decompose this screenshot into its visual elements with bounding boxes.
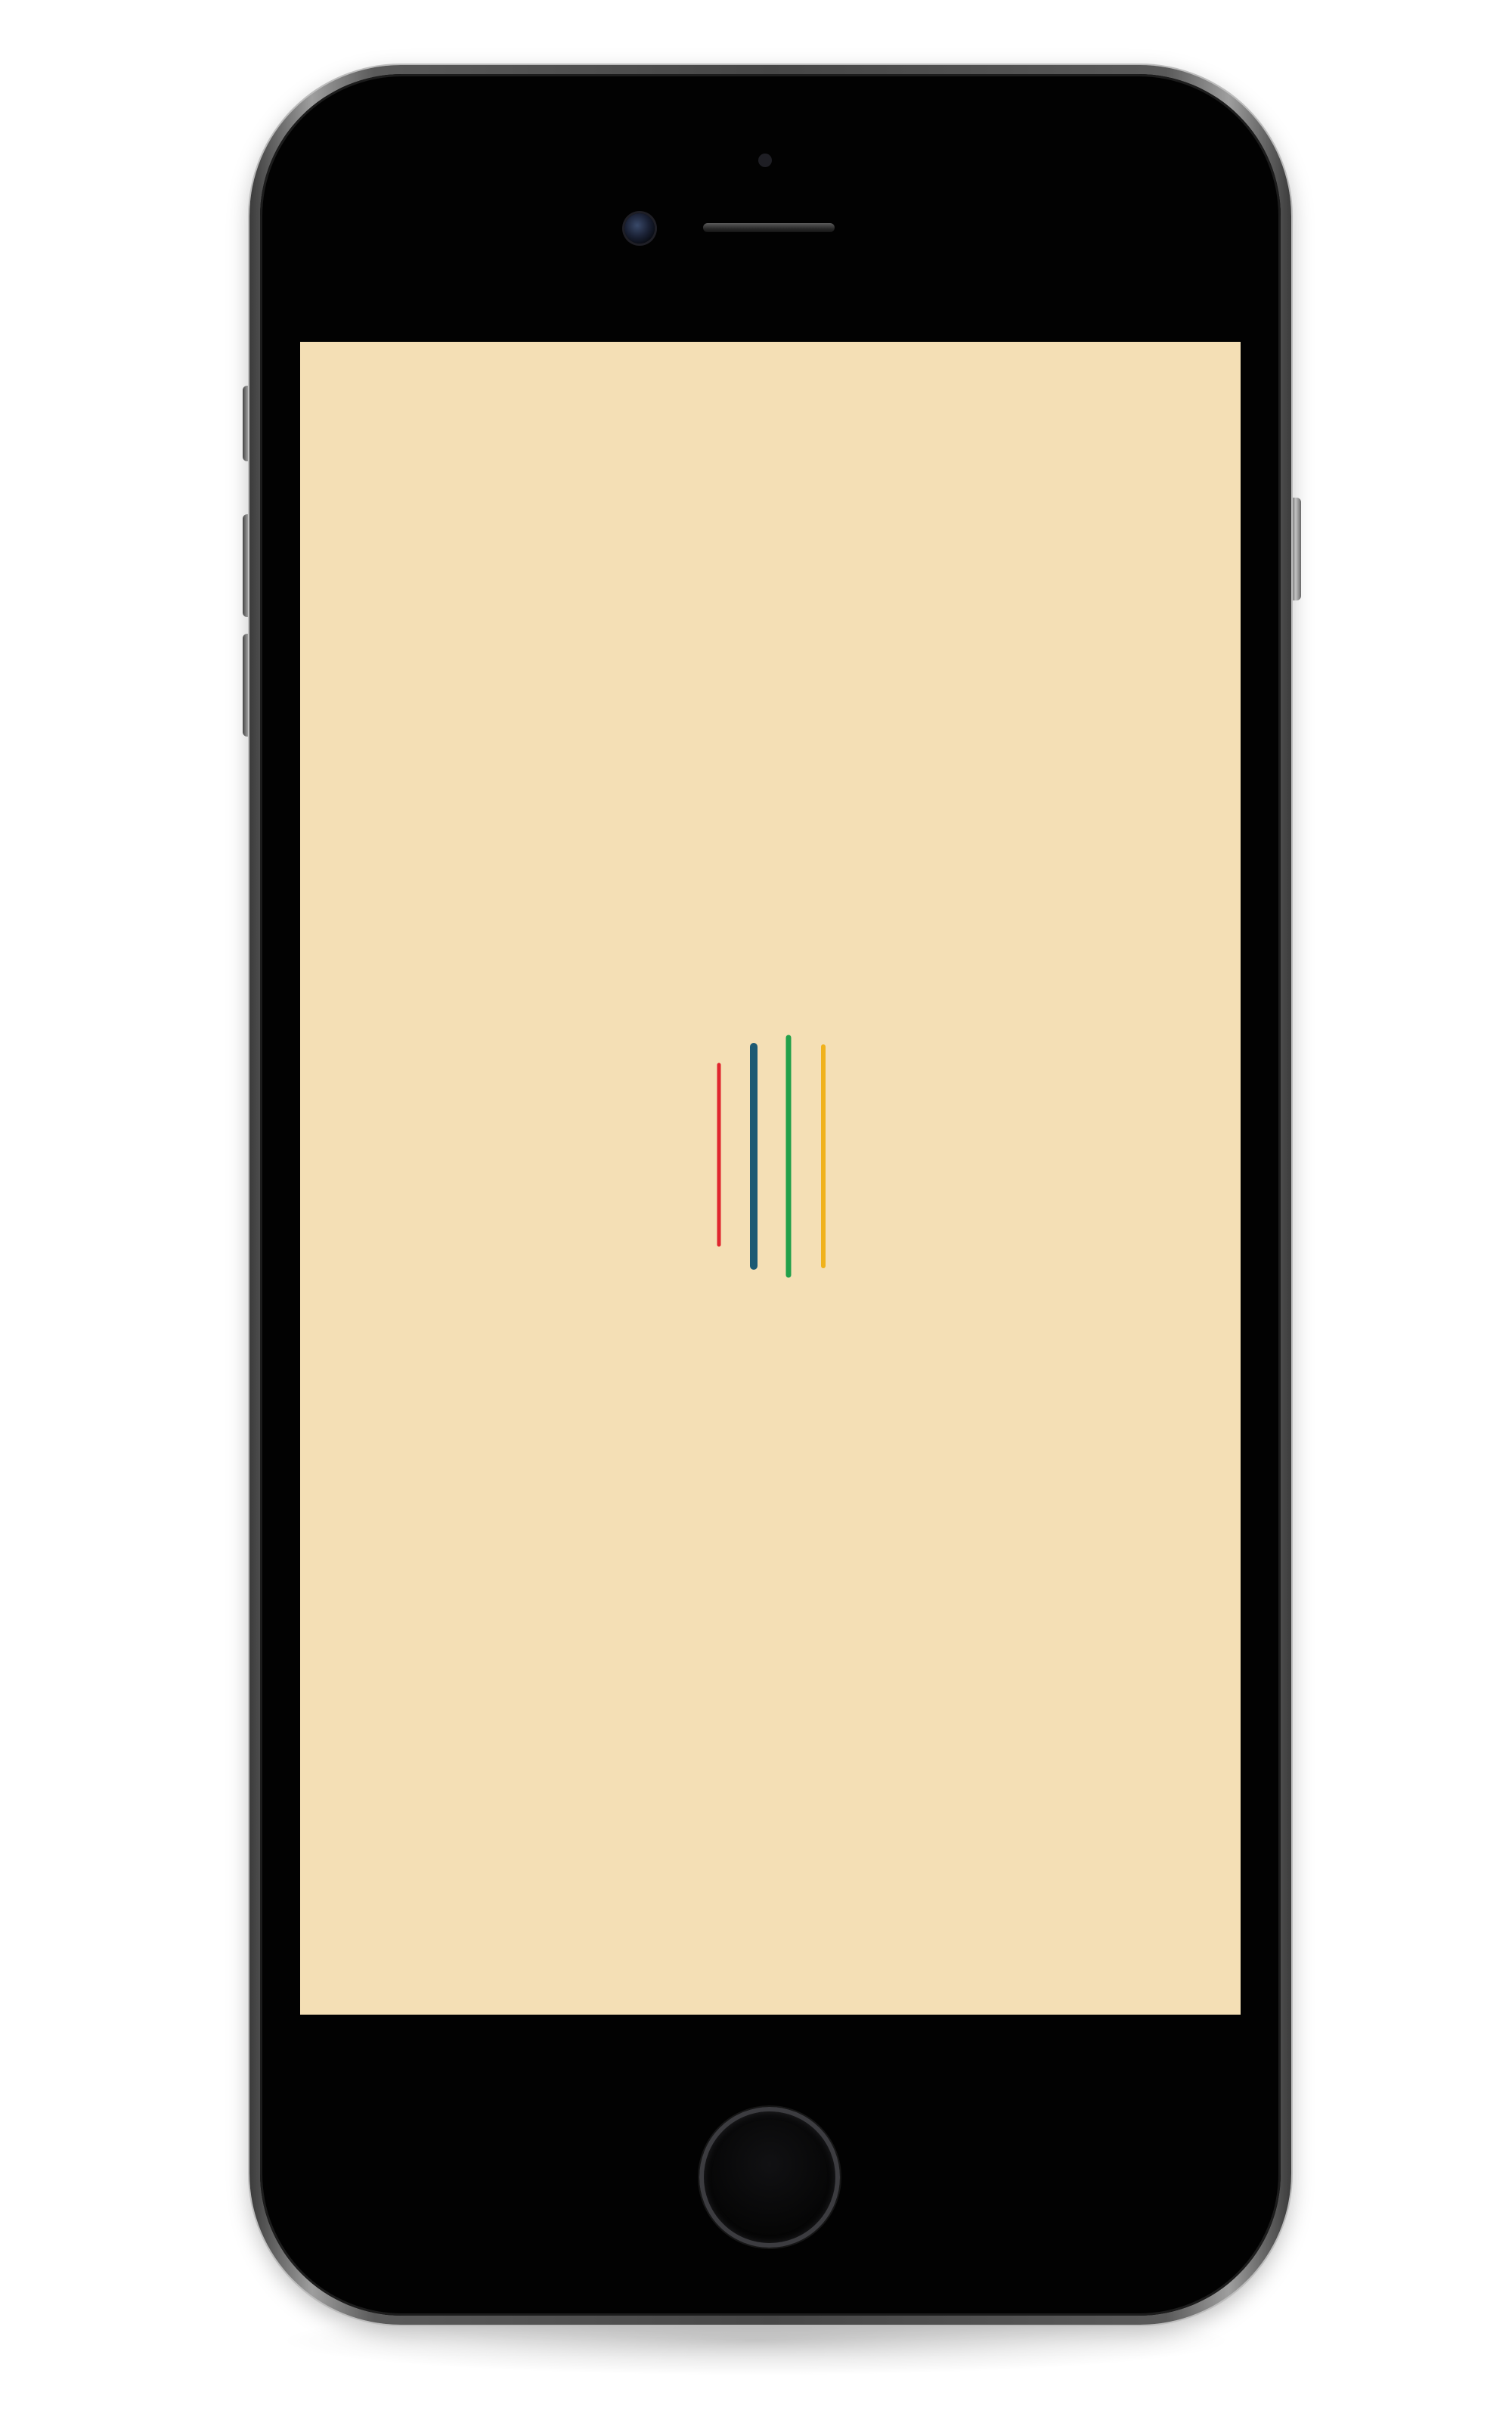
device-mockup <box>0 0 1512 2420</box>
earpiece-speaker <box>703 223 835 232</box>
proximity-sensor <box>758 154 772 167</box>
app-screen <box>300 342 1241 2015</box>
home-button-icon[interactable] <box>699 2107 840 2248</box>
loading-spinner <box>717 1035 826 1278</box>
front-camera-icon <box>624 213 655 244</box>
